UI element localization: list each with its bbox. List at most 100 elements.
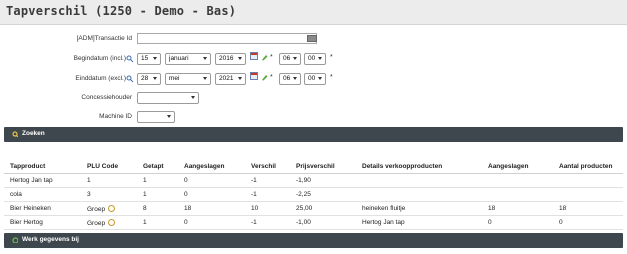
search-icon[interactable]	[108, 219, 116, 226]
table-cell: -1	[245, 173, 290, 188]
plu-cell[interactable]: Groep	[81, 201, 137, 216]
edit-icon[interactable]	[261, 74, 268, 81]
transactie-label: [ADM]Transactie Id	[76, 35, 132, 42]
eind-day-value: 28	[141, 75, 149, 82]
begin-minute-value: 00	[308, 55, 316, 62]
chevron-down-icon	[318, 57, 322, 60]
search-label: Zoeken	[22, 130, 45, 137]
begin-month-select[interactable]: januari	[165, 53, 211, 65]
col-header[interactable]: Aangeslagen	[178, 160, 245, 174]
begin-picker-icon[interactable]	[126, 55, 134, 63]
plu-cell[interactable]: Groep	[81, 215, 137, 230]
begin-year-select[interactable]: 2016	[215, 53, 246, 65]
table-cell: 18	[178, 201, 245, 216]
concessie-label-wrap: Concessiehouder	[0, 92, 132, 105]
eind-year-select[interactable]: 2021	[215, 73, 246, 85]
table-cell: Hertog Jan tap	[4, 173, 81, 188]
table-cell: 0	[553, 215, 623, 230]
chevron-down-icon	[167, 115, 171, 118]
col-header[interactable]: Details verkoopproducten	[356, 160, 482, 174]
table-header-row: Tapproduct PLU Code Getapt Aangeslagen V…	[4, 160, 623, 174]
begin-hour-select[interactable]: 06	[279, 53, 301, 65]
begin-day-select[interactable]: 15	[137, 53, 161, 65]
table-cell: 18	[553, 201, 623, 216]
edit-icon[interactable]	[261, 54, 268, 61]
col-header[interactable]: Aantal producten	[553, 160, 623, 174]
eind-label: Einddatum (excl.)	[75, 75, 126, 82]
concessie-label: Concessiehouder	[81, 94, 132, 101]
chevron-down-icon	[293, 77, 297, 80]
refresh-icon	[12, 237, 18, 243]
table-row: Bier Hertog Groep 1 0 -1 -1,00 Hertog Ja…	[4, 215, 623, 230]
table-cell: -1	[245, 187, 290, 202]
plu-value[interactable]: Groep	[87, 220, 105, 227]
chevron-down-icon	[203, 77, 207, 80]
search-button[interactable]: Zoeken	[4, 127, 623, 142]
begin-label: Begindatum (incl.)	[73, 55, 126, 62]
update-data-button[interactable]: Werk gegevens bij	[4, 233, 623, 248]
chevron-down-icon	[203, 57, 207, 60]
results-table: Tapproduct PLU Code Getapt Aangeslagen V…	[4, 160, 623, 230]
eind-hour-select[interactable]: 06	[279, 73, 301, 85]
table-cell: 1	[137, 215, 178, 230]
chevron-down-icon	[153, 77, 157, 80]
table-cell: 10	[245, 201, 290, 216]
chevron-down-icon	[318, 77, 322, 80]
begin-label-wrap: Begindatum (incl.)	[0, 53, 126, 66]
calendar-icon[interactable]	[250, 72, 258, 80]
col-header[interactable]: Verschil	[245, 160, 290, 174]
chevron-down-icon	[238, 57, 242, 60]
transactie-input[interactable]	[137, 33, 317, 44]
search-icon[interactable]	[108, 205, 116, 212]
eind-minute-select[interactable]: 00	[304, 73, 326, 85]
plu-value[interactable]: Groep	[87, 206, 105, 213]
concessie-select[interactable]	[137, 92, 199, 104]
search-icon	[12, 131, 18, 137]
machine-label-wrap: Machine ID	[0, 111, 132, 124]
begin-required-mark: *	[270, 54, 273, 61]
table-cell: cola	[4, 187, 81, 202]
col-header[interactable]: Tapproduct	[4, 160, 81, 174]
table-cell: -1,90	[290, 173, 356, 188]
table-cell	[356, 173, 482, 188]
table-cell: 25,00	[290, 201, 356, 216]
table-cell: -1	[245, 215, 290, 230]
table-cell: 18	[482, 201, 553, 216]
table-cell	[356, 187, 482, 202]
table-cell: 3	[81, 187, 137, 202]
table-cell: 0	[178, 173, 245, 188]
page-title: Tapverschil (1250 - Demo - Bas)	[6, 4, 237, 18]
begin-year-value: 2016	[219, 55, 234, 62]
eind-picker-icon[interactable]	[126, 75, 134, 83]
clear-transactie-button[interactable]	[307, 35, 317, 42]
eind-label-wrap: Einddatum (excl.)	[0, 73, 126, 86]
col-header[interactable]: Aangeslagen	[482, 160, 553, 174]
table-cell: 0	[178, 215, 245, 230]
eind-month-select[interactable]: mei	[165, 73, 211, 85]
chevron-down-icon	[293, 57, 297, 60]
table-cell: 8	[137, 201, 178, 216]
machine-select[interactable]	[137, 111, 175, 123]
begin-day-value: 15	[141, 55, 149, 62]
update-data-label: Werk gegevens bij	[22, 236, 79, 243]
transactie-label-wrap: [ADM]Transactie Id	[0, 33, 132, 46]
begin-hour-value: 06	[283, 55, 291, 62]
begin-month-value: januari	[169, 55, 189, 62]
table-cell: Hertog Jan tap	[356, 215, 482, 230]
col-header[interactable]: Getapt	[137, 160, 178, 174]
chevron-down-icon	[153, 57, 157, 60]
col-header[interactable]: Prijsverschil	[290, 160, 356, 174]
col-header[interactable]: PLU Code	[81, 160, 137, 174]
begin-time-required-mark: *	[330, 54, 333, 61]
table-cell	[482, 173, 553, 188]
table-cell	[482, 187, 553, 202]
table-cell: heineken fluitje	[356, 201, 482, 216]
eind-month-value: mei	[169, 75, 180, 82]
eind-day-select[interactable]: 28	[137, 73, 161, 85]
begin-minute-select[interactable]: 00	[304, 53, 326, 65]
chevron-down-icon	[238, 77, 242, 80]
calendar-icon[interactable]	[250, 52, 258, 60]
machine-label: Machine ID	[99, 113, 132, 120]
chevron-down-icon	[191, 96, 195, 99]
table-cell: 1	[137, 187, 178, 202]
